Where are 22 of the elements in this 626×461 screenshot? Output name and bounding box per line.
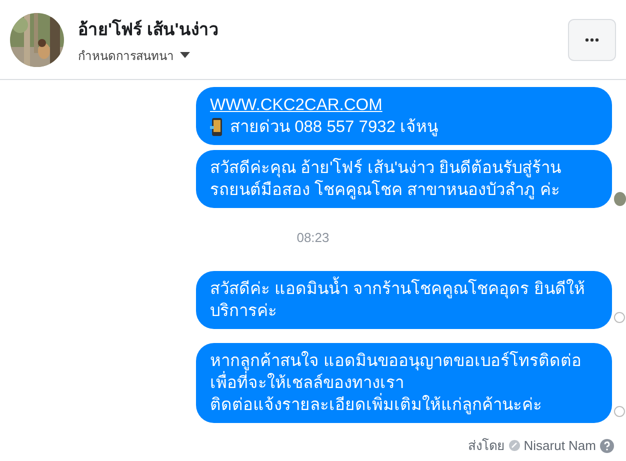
message-text: บริการค่ะ — [210, 301, 278, 322]
sent-icon — [614, 312, 625, 323]
message-text: สวัสดีค่ะ แอดมินน้ำ จากร้านโชคคูณโชคอุดร ยินดีให้ — [210, 278, 598, 300]
sender-name: Nisarut Nam — [524, 438, 596, 453]
message-text: สวัสดีค่ะคุณ อ้าย'โฟร์ เส้น'นง่าว ยินดีต้อนรับสู่ร้าน — [210, 157, 562, 179]
message-text: ติดต่อแจ้งรายละเอียดเพิ่มเติมให้แก่ลูกค้านะค่ะ — [210, 394, 598, 416]
sent-by-label: ส่งโดย — [468, 437, 505, 455]
message-text: หากลูกค้าสนใจ แอดมินขออนุญาตขอเบอร์โทรติดต่อ — [210, 350, 583, 371]
contact-name: อ้าย'โฟร์ เส้น'นง่าว — [78, 18, 220, 40]
seen-avatar — [614, 192, 626, 206]
message-text: เพื่อที่จะให้เชลล์ของทางเรา — [210, 372, 598, 394]
phone-icon — [210, 118, 224, 136]
website-link[interactable]: WWW.CKC2CAR.COM — [210, 94, 598, 116]
timestamp: 08:23 — [296, 230, 330, 245]
conversation-settings-link[interactable]: กำหนดการสนทนา — [78, 46, 174, 64]
message-text: รถยนต์มือสอง โชคคูณโชค สาขาหนองบัวลำภู ค่ะ — [210, 179, 561, 201]
message-text: สายด่วน 088 557 7932 เจ้หนู — [230, 117, 438, 138]
check-circle-icon — [508, 440, 520, 451]
help-icon[interactable] — [600, 438, 614, 452]
sent-icon — [614, 406, 625, 417]
more-icon — [585, 38, 599, 42]
caret-icon[interactable] — [180, 52, 190, 58]
